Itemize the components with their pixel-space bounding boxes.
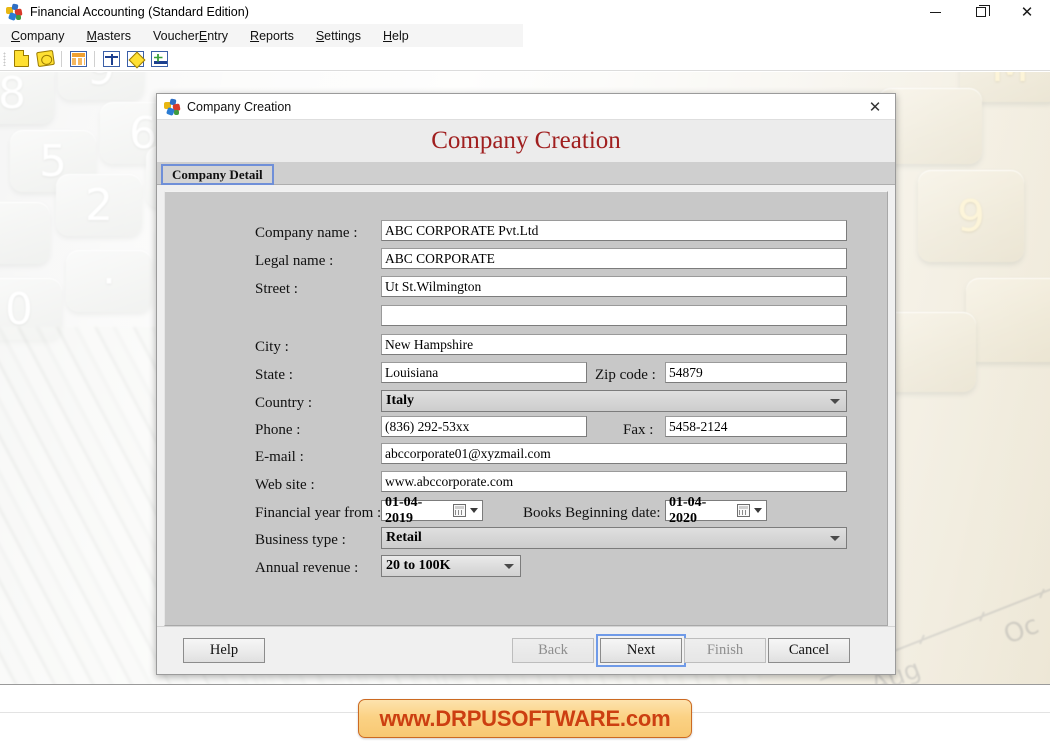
chevron-down-icon[interactable] bbox=[470, 508, 478, 513]
input-street[interactable]: Ut St.Wilmington bbox=[381, 276, 847, 297]
help-button[interactable]: Help bbox=[183, 638, 265, 663]
datepicker-financial-year-from[interactable]: 01-04-2019 bbox=[381, 500, 483, 521]
select-country-value: Italy bbox=[386, 393, 414, 409]
input-company-name[interactable]: ABC CORPORATE Pvt.Ltd bbox=[381, 220, 847, 241]
input-street-line2[interactable] bbox=[381, 305, 847, 326]
dialog-close-icon[interactable]: ✕ bbox=[855, 94, 895, 120]
app-logo-icon bbox=[6, 4, 23, 21]
select-business-type-value: Retail bbox=[386, 530, 422, 546]
label-business-type: Business type : bbox=[255, 532, 346, 549]
toolbar-grip[interactable] bbox=[3, 52, 6, 66]
company-creation-dialog: Company Creation ✕ Company Creation Comp… bbox=[156, 93, 896, 675]
input-zip-code[interactable]: 54879 bbox=[665, 362, 847, 383]
calendar-icon[interactable] bbox=[737, 504, 750, 517]
close-button[interactable]: ✕ bbox=[1004, 0, 1050, 24]
grid-table-icon[interactable] bbox=[67, 49, 89, 69]
window-title: Financial Accounting (Standard Edition) bbox=[30, 5, 249, 19]
menu-masters[interactable]: Masters bbox=[76, 24, 142, 47]
input-fax[interactable]: 5458-2124 bbox=[665, 416, 847, 437]
input-city[interactable]: New Hampshire bbox=[381, 334, 847, 355]
datepicker-financial-year-from-value: 01-04-2019 bbox=[385, 495, 445, 527]
menu-help[interactable]: Help bbox=[372, 24, 420, 47]
select-annual-revenue[interactable]: 20 to 100K bbox=[381, 555, 521, 577]
watermark-banner: www.DRPUSOFTWARE.com bbox=[358, 699, 692, 738]
calendar-icon[interactable] bbox=[453, 504, 466, 517]
cancel-button[interactable]: Cancel bbox=[768, 638, 850, 663]
open-folder-icon[interactable] bbox=[34, 49, 56, 69]
application-window: Financial Accounting (Standard Edition) … bbox=[0, 0, 1050, 742]
label-city: City : bbox=[255, 339, 289, 356]
toolbar bbox=[0, 47, 1050, 71]
label-email: E-mail : bbox=[255, 449, 304, 466]
menu-reports[interactable]: Reports bbox=[239, 24, 305, 47]
dialog-title: Company Creation bbox=[187, 100, 291, 114]
minimize-button[interactable] bbox=[912, 0, 958, 24]
dialog-logo-icon bbox=[164, 99, 180, 115]
balance-scale-icon[interactable] bbox=[100, 49, 122, 69]
datepicker-books-beginning-date-value: 01-04-2020 bbox=[669, 495, 729, 527]
label-state: State : bbox=[255, 367, 293, 384]
new-document-icon[interactable] bbox=[10, 49, 32, 69]
input-website[interactable]: www.abccorporate.com bbox=[381, 471, 847, 492]
toolbar-separator-1 bbox=[61, 51, 62, 67]
input-state[interactable]: Louisiana bbox=[381, 362, 587, 383]
chevron-down-icon bbox=[504, 564, 514, 569]
label-annual-revenue: Annual revenue : bbox=[255, 560, 358, 577]
label-financial-year-from: Financial year from : bbox=[255, 505, 381, 522]
chevron-down-icon[interactable] bbox=[754, 508, 762, 513]
dialog-footer: Help Back Next Finish Cancel bbox=[157, 626, 895, 674]
watermark-text: www.DRPUSOFTWARE.com bbox=[380, 706, 671, 732]
label-legal-name: Legal name : bbox=[255, 253, 333, 270]
label-zip-code: Zip code : bbox=[595, 367, 656, 384]
select-annual-revenue-value: 20 to 100K bbox=[386, 558, 451, 574]
window-controls: ✕ bbox=[912, 0, 1050, 24]
tabstrip: Company Detail bbox=[157, 163, 895, 185]
input-legal-name[interactable]: ABC CORPORATE bbox=[381, 248, 847, 269]
next-button-focus-ring: Next bbox=[596, 634, 686, 667]
dialog-heading: Company Creation bbox=[431, 127, 621, 155]
label-website: Web site : bbox=[255, 477, 315, 494]
menubar: Company Masters Voucher Entry Reports Se… bbox=[0, 24, 1050, 47]
label-country: Country : bbox=[255, 395, 312, 412]
label-street: Street : bbox=[255, 281, 298, 298]
toolbar-separator-2 bbox=[94, 51, 95, 67]
label-books-beginning-date: Books Beginning date: bbox=[523, 505, 661, 522]
input-phone[interactable]: (836) 292-53xx bbox=[381, 416, 587, 437]
select-country[interactable]: Italy bbox=[381, 390, 847, 412]
bar-chart-icon[interactable] bbox=[148, 49, 170, 69]
dialog-header: Company Creation bbox=[157, 120, 895, 163]
tab-company-detail[interactable]: Company Detail bbox=[161, 164, 274, 185]
form-panel: Company name : ABC CORPORATE Pvt.Ltd Leg… bbox=[164, 191, 888, 626]
select-business-type[interactable]: Retail bbox=[381, 527, 847, 549]
input-email[interactable]: abccorporate01@xyzmail.com bbox=[381, 443, 847, 464]
datepicker-books-beginning-date[interactable]: 01-04-2020 bbox=[665, 500, 767, 521]
window-titlebar: Financial Accounting (Standard Edition) … bbox=[0, 0, 1050, 24]
chevron-down-icon bbox=[830, 399, 840, 404]
label-fax: Fax : bbox=[623, 422, 653, 439]
menu-settings[interactable]: Settings bbox=[305, 24, 372, 47]
label-company-name: Company name : bbox=[255, 225, 357, 242]
back-button[interactable]: Back bbox=[512, 638, 594, 663]
chevron-down-icon bbox=[830, 536, 840, 541]
company-detail-form: Company name : ABC CORPORATE Pvt.Ltd Leg… bbox=[165, 192, 887, 625]
menu-company[interactable]: Company bbox=[0, 24, 76, 47]
maximize-button[interactable] bbox=[958, 0, 1004, 24]
menu-voucher-entry[interactable]: Voucher Entry bbox=[142, 24, 239, 47]
diamond-icon[interactable] bbox=[124, 49, 146, 69]
finish-button[interactable]: Finish bbox=[684, 638, 766, 663]
label-phone: Phone : bbox=[255, 422, 300, 439]
next-button[interactable]: Next bbox=[600, 638, 682, 663]
dialog-titlebar: Company Creation ✕ bbox=[157, 94, 895, 120]
